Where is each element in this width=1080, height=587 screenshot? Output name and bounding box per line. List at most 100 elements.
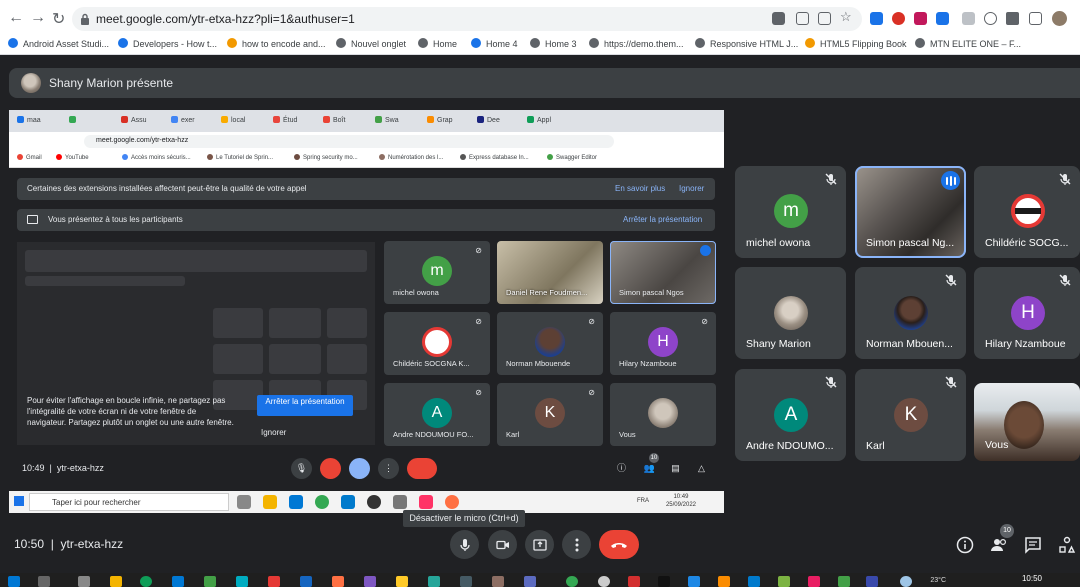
meeting-info: 10:50 | ytr-etxa-hzz xyxy=(14,537,124,551)
app-icon[interactable] xyxy=(628,576,640,587)
present-button[interactable] xyxy=(525,530,554,559)
sidepanel-icon[interactable] xyxy=(1029,12,1042,25)
taskbar-clock[interactable]: 10:50 xyxy=(1022,574,1042,583)
participant-tile[interactable]: H Hilary Nzamboue xyxy=(974,267,1080,359)
bookmark-item[interactable]: HTML5 Flipping Book xyxy=(805,38,907,49)
bookmark-item[interactable]: MTN ELITE ONE – F... xyxy=(915,38,1021,49)
adblock-icon[interactable] xyxy=(892,12,905,25)
app-icon[interactable] xyxy=(658,576,670,587)
extension-icon[interactable] xyxy=(870,12,883,25)
reload-icon[interactable]: ↻ xyxy=(52,9,65,29)
participant-tile[interactable]: A Andre NDOUMO... xyxy=(735,369,846,461)
chrome-icon xyxy=(315,495,329,509)
app-icon[interactable] xyxy=(236,576,248,587)
app-icon[interactable] xyxy=(598,576,610,587)
bookmark-item[interactable]: Developers - How t... xyxy=(118,38,217,49)
app-icon[interactable] xyxy=(492,576,504,587)
avatar xyxy=(535,327,565,357)
participant-tile-speaking[interactable]: Simon pascal Ng... xyxy=(855,166,966,258)
participant-tile[interactable]: K Karl xyxy=(855,369,966,461)
participant-tile[interactable]: m michel owona xyxy=(735,166,846,258)
tab-favicon-icon xyxy=(171,116,178,123)
participant-tile[interactable]: Norman Mbouen... xyxy=(855,267,966,359)
app-icon[interactable] xyxy=(778,576,790,587)
camera-icon[interactable] xyxy=(772,12,785,25)
chrome-icon[interactable] xyxy=(566,576,578,587)
app-icon[interactable] xyxy=(688,576,700,587)
mic-button[interactable] xyxy=(450,530,479,559)
weather-icon[interactable] xyxy=(900,576,912,587)
profile-avatar[interactable] xyxy=(1052,11,1067,26)
task-view-icon[interactable] xyxy=(78,576,90,587)
shared-bookmarks-bar: Gmail YouTube Accès moins sécuris... Le … xyxy=(9,150,724,168)
bookmark-label: Le Tutoriel de Sprin... xyxy=(216,155,274,161)
tab-label: Boît xyxy=(333,117,346,124)
bookmark-item[interactable]: how to encode and... xyxy=(227,38,326,49)
file-explorer-icon xyxy=(263,495,277,509)
more-options-button[interactable] xyxy=(562,530,591,559)
bookmark-label: Accès moins sécuris... xyxy=(131,155,191,161)
avatar: A xyxy=(774,398,808,432)
presenting-banner: Vous présentez à tous les participants A… xyxy=(17,209,715,231)
app-icon[interactable] xyxy=(524,576,536,587)
bookmark-item[interactable]: Responsive HTML J... xyxy=(695,38,798,49)
share-icon[interactable] xyxy=(818,12,831,25)
app-icon[interactable] xyxy=(300,576,312,587)
app-icon[interactable] xyxy=(364,576,376,587)
people-icon[interactable] xyxy=(989,535,1009,555)
shared-bookmark: Accès moins sécuris... xyxy=(122,154,191,161)
bookmark-item[interactable]: Home 3 xyxy=(530,38,577,49)
shared-windows-taskbar: Taper ici pour rechercher FRA 10:49 25/09… xyxy=(9,491,724,513)
chat-icon[interactable] xyxy=(1023,535,1043,555)
shared-tile: ⊘ H Hilary Nzamboue xyxy=(610,312,716,375)
address-bar[interactable]: meet.google.com/ytr-etxa-hzz?pli=1&authu… xyxy=(72,7,862,31)
app-icon[interactable] xyxy=(718,576,730,587)
back-icon[interactable]: ← xyxy=(8,9,24,27)
app-icon[interactable] xyxy=(808,576,820,587)
app-icon[interactable] xyxy=(140,576,152,587)
meeting-time: 10:49 xyxy=(22,463,45,473)
participant-tile[interactable]: Childéric SOCG... xyxy=(974,166,1080,258)
camera-button[interactable] xyxy=(488,530,517,559)
app-icon[interactable] xyxy=(204,576,216,587)
extension-icon[interactable] xyxy=(962,12,975,25)
file-explorer-icon[interactable] xyxy=(110,576,122,587)
windows-start-icon[interactable] xyxy=(8,576,20,587)
bookmark-item[interactable]: Nouvel onglet xyxy=(336,38,406,49)
puzzle-icon[interactable] xyxy=(1006,12,1019,25)
forward-icon[interactable]: → xyxy=(30,9,46,27)
avatar: A xyxy=(422,398,452,428)
app-icon[interactable] xyxy=(332,576,344,587)
bookmark-icon xyxy=(122,154,128,160)
self-video-tile[interactable]: Vous xyxy=(974,383,1080,461)
avatar xyxy=(894,296,928,330)
activities-icon[interactable] xyxy=(1057,535,1077,555)
app-icon[interactable] xyxy=(838,576,850,587)
bookmark-item[interactable]: Home 4 xyxy=(471,38,518,49)
bookmark-icon xyxy=(805,38,815,48)
app-icon[interactable] xyxy=(268,576,280,587)
participant-tile[interactable]: Shany Marion xyxy=(735,267,846,359)
search-icon[interactable] xyxy=(38,576,50,587)
bookmark-item[interactable]: Home xyxy=(418,38,457,49)
info-icon[interactable] xyxy=(955,535,975,555)
edge-icon[interactable] xyxy=(172,576,184,587)
vscode-icon[interactable] xyxy=(748,576,760,587)
app-icon[interactable] xyxy=(396,576,408,587)
gmail-icon xyxy=(17,154,23,160)
open-window-icon[interactable] xyxy=(796,12,809,25)
end-call-button[interactable] xyxy=(599,530,639,559)
extension-new-icon[interactable] xyxy=(936,12,949,25)
timer-icon[interactable] xyxy=(984,12,997,25)
app-icon[interactable] xyxy=(460,576,472,587)
app-icon[interactable] xyxy=(428,576,440,587)
bookmark-item[interactable]: https://demo.them... xyxy=(589,38,684,49)
bookmark-item[interactable]: Android Asset Studi... xyxy=(8,38,109,49)
avatar xyxy=(648,398,678,428)
extension-icon[interactable] xyxy=(914,12,927,25)
bookmark-star-icon[interactable]: ☆ xyxy=(840,9,853,24)
clock-time: 10:49 xyxy=(673,494,689,500)
app-icon[interactable] xyxy=(866,576,878,587)
shared-bookmark: Numérotation des l... xyxy=(379,154,443,161)
mic-off-icon: ⊘ xyxy=(588,317,595,326)
